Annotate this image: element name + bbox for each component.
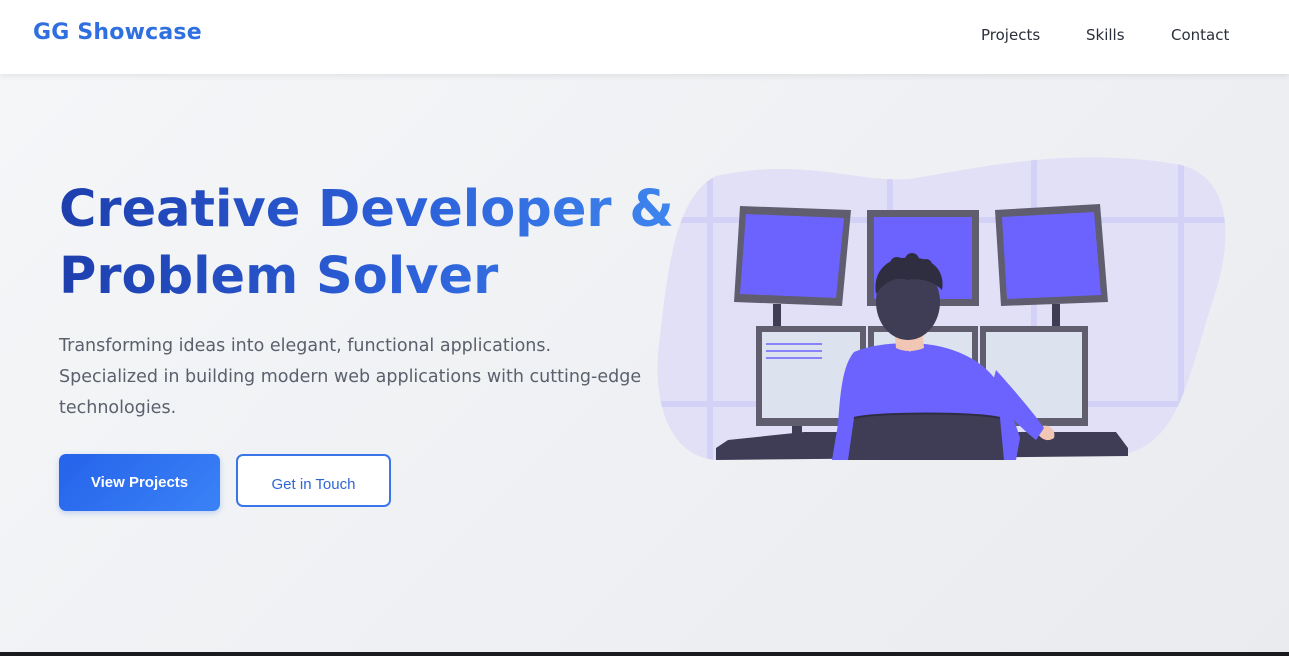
brand-logo[interactable]: GG Showcase [33, 20, 202, 45]
hero-section: Creative Developer & Problem Solver Trans… [0, 74, 1289, 652]
top-navbar: GG Showcase Projects Skills Contact [0, 0, 1289, 74]
hero-description: Transforming ideas into elegant, functio… [59, 336, 642, 418]
nav-link-projects[interactable]: Projects [981, 26, 1040, 44]
developer-workstation-illustration [657, 157, 1226, 461]
get-in-touch-button[interactable]: Get in Touch [236, 454, 391, 507]
hero-title-line1: Creative Developer & [59, 180, 674, 239]
view-projects-button[interactable]: View Projects [59, 454, 220, 511]
hero-title-line2: Problem Solver [59, 247, 499, 306]
chair-back [848, 413, 1004, 460]
bottom-border [0, 652, 1289, 656]
nav-link-contact[interactable]: Contact [1171, 26, 1229, 44]
nav-link-skills[interactable]: Skills [1086, 26, 1125, 44]
hero-title: Creative Developer & Problem Solver [59, 176, 679, 310]
